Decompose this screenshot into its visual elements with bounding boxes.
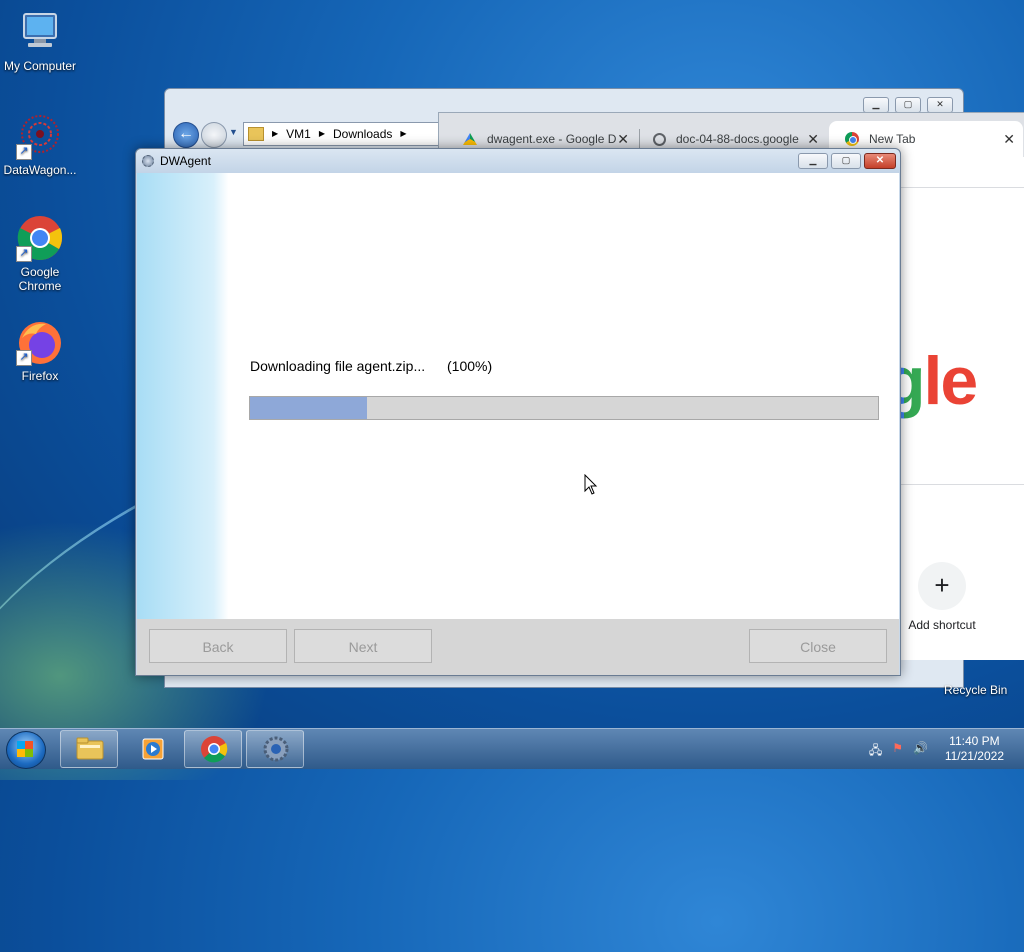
breadcrumb-separator-icon: ▶ bbox=[400, 129, 407, 138]
back-arrow-icon[interactable]: ← bbox=[173, 122, 199, 148]
google-drive-icon bbox=[463, 133, 477, 145]
back-button[interactable]: Back bbox=[149, 629, 287, 663]
dialog-footer: Back Next Close bbox=[137, 619, 899, 675]
close-tab-icon[interactable]: ✕ bbox=[1003, 131, 1015, 148]
dialog-body: Downloading file agent.zip... (100%) bbox=[137, 173, 899, 619]
close-window-button[interactable]: ✕ bbox=[864, 153, 896, 169]
breadcrumb-item-downloads[interactable]: Downloads bbox=[333, 123, 392, 145]
close-button[interactable]: Close bbox=[749, 629, 887, 663]
globe-icon bbox=[653, 132, 666, 146]
firefox-icon: ↗ bbox=[16, 318, 64, 366]
taskbar-button-chrome[interactable] bbox=[184, 730, 242, 768]
chrome-tab-title: dwagent.exe - Google D bbox=[487, 132, 617, 146]
taskbar-button-dwagent[interactable] bbox=[246, 730, 304, 768]
add-shortcut-tile[interactable]: + Add shortcut bbox=[904, 562, 980, 632]
taskbar-button-explorer[interactable] bbox=[60, 730, 118, 768]
folder-icon bbox=[75, 735, 105, 763]
chrome-icon: ↗ bbox=[16, 214, 64, 262]
start-button[interactable] bbox=[6, 731, 46, 769]
shortcut-arrow-icon: ↗ bbox=[16, 246, 32, 262]
close-tab-icon[interactable]: ✕ bbox=[617, 131, 629, 148]
desktop-icon-label: Firefox bbox=[21, 369, 59, 383]
taskbar-clock[interactable]: 11:40 PM 11/21/2022 bbox=[945, 734, 1004, 764]
system-tray: 🖧 ⚑ 🔊 bbox=[869, 741, 928, 762]
add-shortcut-label: Add shortcut bbox=[908, 618, 976, 632]
plus-icon: + bbox=[918, 562, 966, 610]
desktop-icon-label: My Computer bbox=[3, 59, 77, 73]
dialog-window-controls: ▁ ▢ ✕ bbox=[798, 153, 896, 169]
clock-time: 11:40 PM bbox=[949, 734, 1000, 748]
chrome-divider bbox=[900, 484, 1024, 485]
maximize-button[interactable]: ▢ bbox=[895, 97, 921, 113]
dwagent-gear-icon bbox=[142, 155, 154, 167]
desktop-icon-label: DataWagon... bbox=[3, 163, 77, 177]
breadcrumb-separator-icon: ▶ bbox=[272, 129, 279, 138]
desktop-icon-my-computer[interactable]: My Computer bbox=[0, 8, 80, 73]
volume-icon[interactable]: 🔊 bbox=[913, 741, 928, 762]
desktop-icon-google-chrome[interactable]: ↗ Google Chrome bbox=[0, 214, 80, 293]
dwagent-dialog[interactable]: DWAgent ▁ ▢ ✕ Downloading file agent.zip… bbox=[135, 148, 901, 676]
progress-bar-fill bbox=[250, 397, 367, 419]
close-button[interactable]: ✕ bbox=[927, 97, 953, 113]
chrome-icon bbox=[199, 735, 229, 763]
clock-date: 11/21/2022 bbox=[944, 749, 1004, 763]
desktop-icon-label: Google Chrome bbox=[18, 265, 62, 293]
taskbar-button-media-player[interactable] bbox=[122, 730, 180, 768]
progress-percent-text: (100%) bbox=[447, 358, 493, 374]
forward-arrow-icon[interactable] bbox=[201, 122, 227, 148]
taskbar: 🖧 ⚑ 🔊 11:40 PM 11/21/2022 bbox=[0, 728, 1024, 769]
desktop-icon-recycle-bin[interactable]: Recycle Bin bbox=[944, 683, 1007, 697]
progress-bar bbox=[249, 396, 879, 420]
shortcut-arrow-icon: ↗ bbox=[16, 350, 32, 366]
breadcrumb-item-vm1[interactable]: VM1 bbox=[286, 123, 311, 145]
minimize-button[interactable]: ▁ bbox=[863, 97, 889, 113]
maximize-button[interactable]: ▢ bbox=[831, 153, 861, 169]
address-bar[interactable]: ▶ VM1 ▶ Downloads ▶ bbox=[243, 122, 439, 146]
chrome-icon bbox=[845, 132, 859, 146]
explorer-window-controls: ▁ ▢ ✕ bbox=[863, 97, 953, 113]
folder-icon bbox=[248, 127, 264, 141]
gear-icon bbox=[261, 735, 291, 763]
next-button[interactable]: Next bbox=[294, 629, 432, 663]
datawagon-icon: ↗ bbox=[16, 112, 64, 160]
chrome-tab-title: doc-04-88-docs.google bbox=[676, 132, 799, 146]
recent-pages-chevron-icon[interactable]: ▼ bbox=[229, 127, 238, 137]
desktop-icon-firefox[interactable]: ↗ Firefox bbox=[0, 318, 80, 383]
computer-icon bbox=[16, 8, 64, 56]
close-tab-icon[interactable]: ✕ bbox=[807, 131, 819, 148]
action-center-flag-icon[interactable]: ⚑ bbox=[892, 741, 903, 762]
dialog-title: DWAgent bbox=[160, 154, 211, 168]
progress-status-text: Downloading file agent.zip... bbox=[250, 358, 426, 374]
desktop-icon-datawagon[interactable]: ↗ DataWagon... bbox=[0, 112, 80, 177]
media-player-icon bbox=[137, 735, 167, 763]
shortcut-arrow-icon: ↗ bbox=[16, 144, 32, 160]
chrome-tab-title: New Tab bbox=[869, 132, 916, 146]
minimize-button[interactable]: ▁ bbox=[798, 153, 828, 169]
breadcrumb-separator-icon: ▶ bbox=[318, 129, 325, 138]
dialog-titlebar[interactable]: DWAgent ▁ ▢ ✕ bbox=[136, 149, 900, 173]
network-icon[interactable]: 🖧 bbox=[869, 741, 882, 762]
